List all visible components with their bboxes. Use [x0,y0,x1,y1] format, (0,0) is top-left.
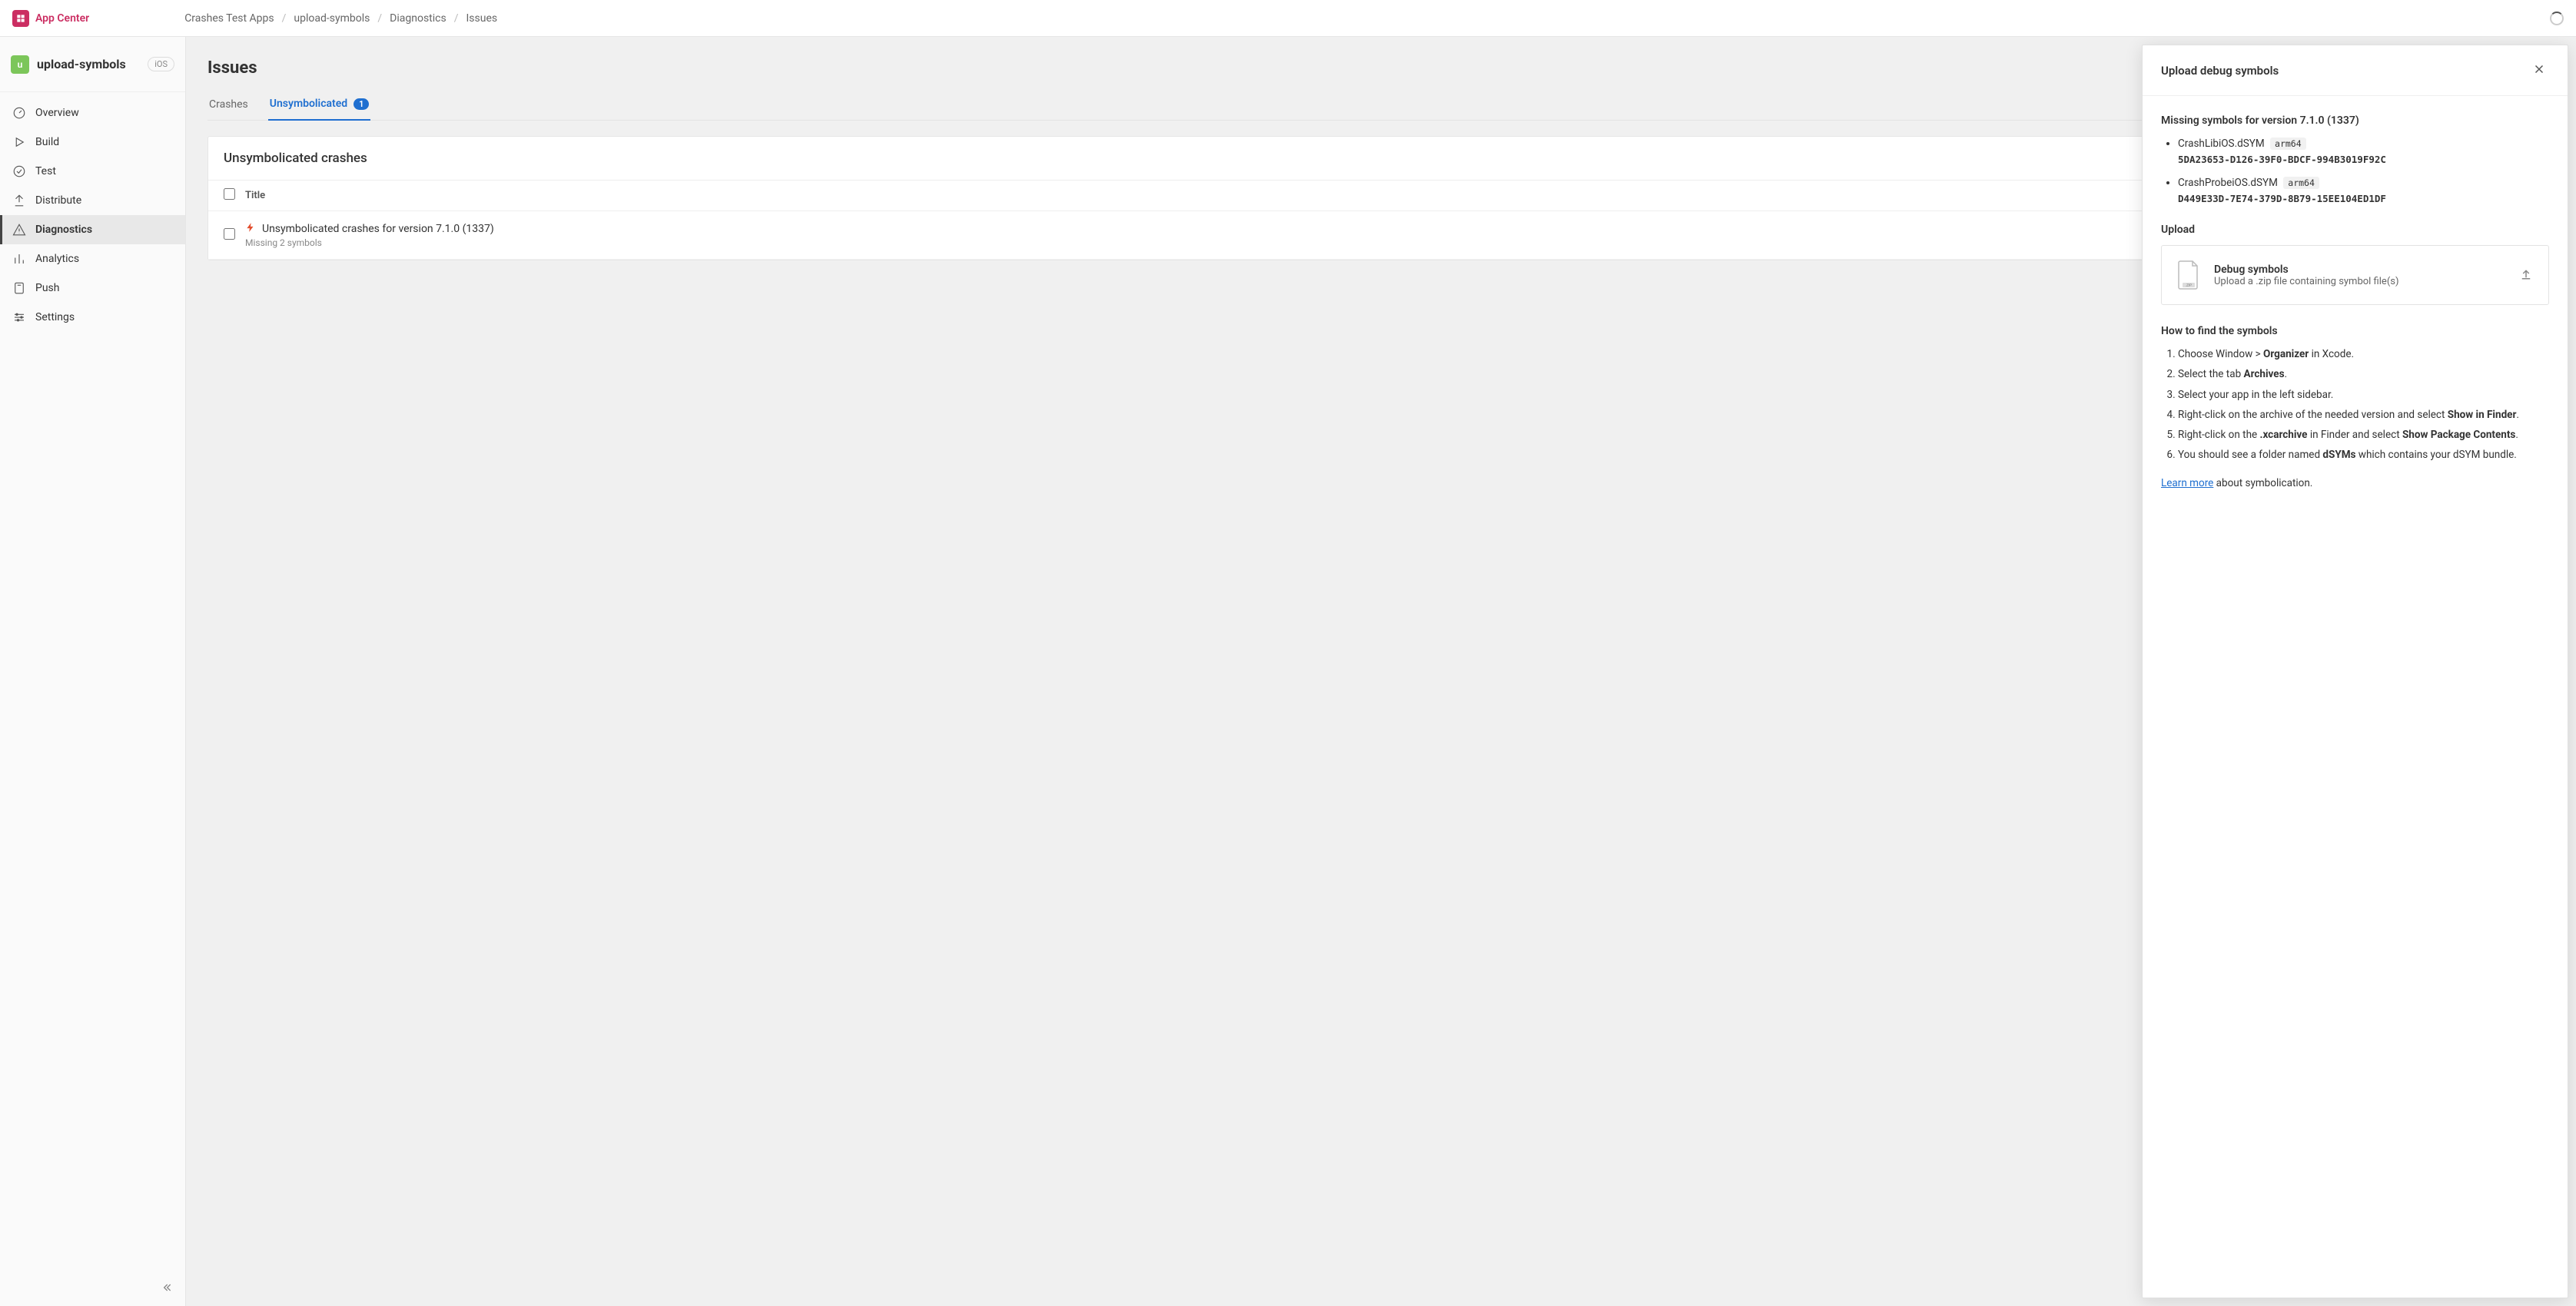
sidebar-item-label: Overview [35,107,79,119]
learn-more-suffix: about symbolication. [2213,477,2312,489]
close-panel-button[interactable] [2529,59,2549,81]
howto-list: Choose Window > Organizer in Xcode. Sele… [2161,346,2549,463]
dsym-name: CrashLibiOS.dSYM [2178,138,2265,150]
sidebar-item-distribute[interactable]: Distribute [0,186,185,215]
howto-step: Select your app in the left sidebar. [2178,387,2549,403]
breadcrumb-separator: / [377,12,382,25]
tab-unsymbolicated[interactable]: Unsymbolicated 1 [268,91,371,121]
distribute-icon [12,194,26,207]
howto-step: Choose Window > Organizer in Xcode. [2178,346,2549,362]
tab-crashes[interactable]: Crashes [207,91,250,120]
sidebar-nav: Overview Build Test Distribute Diagnosti… [0,92,185,1306]
appcenter-logo-icon [12,10,29,27]
dsym-name: CrashProbeiOS.dSYM [2178,177,2278,189]
dsym-uuid: D449E33D-7E74-379D-8B79-15EE104ED1DF [2178,192,2549,207]
breadcrumb-item[interactable]: upload-symbols [294,12,370,25]
sidebar-item-push[interactable]: Push [0,273,185,303]
sidebar-item-label: Settings [35,311,75,323]
bar-chart-icon [12,252,26,266]
topbar: App Center Crashes Test Apps / upload-sy… [0,0,2576,37]
missing-symbol-item: CrashProbeiOS.dSYM arm64 D449E33D-7E74-3… [2178,175,2549,207]
svg-text:.ZIP: .ZIP [2186,283,2192,287]
arch-badge: arm64 [2283,177,2319,189]
arch-badge: arm64 [2270,138,2306,150]
settings-icon [12,310,26,324]
zip-file-icon: .ZIP [2177,260,2200,290]
tab-badge: 1 [354,98,369,110]
sidebar-item-label: Push [35,282,60,294]
sidebar: u upload-symbols iOS Overview Build Test [0,37,186,1306]
upload-symbols-panel: Upload debug symbols Missing symbols for… [2142,45,2568,1298]
learn-more-line: Learn more about symbolication. [2161,477,2549,489]
app-avatar: u [11,55,29,74]
dsym-uuid: 5DA23653-D126-39F0-BDCF-994B3019F92C [2178,153,2549,167]
missing-symbols-heading: Missing symbols for version 7.1.0 (1337) [2161,114,2549,127]
howto-step: Right-click on the .xcarchive in Finder … [2178,427,2549,443]
play-icon [12,135,26,149]
sidebar-item-settings[interactable]: Settings [0,303,185,332]
warning-icon [12,223,26,237]
breadcrumb-item[interactable]: Crashes Test Apps [184,12,274,25]
tab-label: Crashes [209,98,248,111]
lightning-icon [245,222,256,236]
missing-symbols-list: CrashLibiOS.dSYM arm64 5DA23653-D126-39F… [2161,136,2549,207]
select-all-checkbox[interactable] [224,188,235,200]
breadcrumb-item[interactable]: Diagnostics [390,12,446,25]
sidebar-item-label: Distribute [35,194,81,207]
push-icon [12,281,26,295]
sidebar-item-diagnostics[interactable]: Diagnostics [0,215,185,244]
app-name: upload-symbols [37,57,140,71]
brand-home[interactable]: App Center [12,10,89,27]
breadcrumb: Crashes Test Apps / upload-symbols / Dia… [184,12,497,25]
collapse-sidebar-button[interactable] [158,1278,176,1297]
app-header[interactable]: u upload-symbols iOS [0,37,185,92]
upload-heading: Upload [2161,224,2549,236]
dashboard-icon [12,106,26,120]
learn-more-link[interactable]: Learn more [2161,477,2213,489]
brand-text: App Center [35,12,89,25]
upload-secondary-text: Upload a .zip file containing symbol fil… [2214,276,2505,287]
check-circle-icon [12,164,26,178]
breadcrumb-item[interactable]: Issues [466,12,498,25]
panel-title: Upload debug symbols [2161,64,2529,78]
platform-badge: iOS [148,57,174,71]
howto-step: You should see a folder named dSYMs whic… [2178,447,2549,462]
upload-primary-text: Debug symbols [2214,264,2505,276]
column-title: Title [245,190,265,201]
howto-heading: How to find the symbols [2161,325,2549,337]
sidebar-item-label: Diagnostics [35,224,92,236]
row-title: Unsymbolicated crashes for version 7.1.0… [262,223,494,235]
loading-spinner-icon [2550,12,2564,25]
tab-label: Unsymbolicated [270,98,347,110]
sidebar-item-overview[interactable]: Overview [0,98,185,128]
upload-dropzone[interactable]: .ZIP Debug symbols Upload a .zip file co… [2161,245,2549,305]
missing-symbol-item: CrashLibiOS.dSYM arm64 5DA23653-D126-39F… [2178,136,2549,167]
sidebar-item-test[interactable]: Test [0,157,185,186]
upload-arrow-icon [2519,267,2533,283]
howto-step: Select the tab Archives. [2178,366,2549,382]
sidebar-item-label: Analytics [35,253,79,265]
row-subtitle: Missing 2 symbols [245,237,494,248]
sidebar-item-label: Test [35,165,56,177]
sidebar-item-build[interactable]: Build [0,128,185,157]
howto-step: Right-click on the archive of the needed… [2178,407,2549,423]
row-checkbox[interactable] [224,228,235,240]
breadcrumb-separator: / [454,12,459,25]
sidebar-item-label: Build [35,136,59,148]
sidebar-item-analytics[interactable]: Analytics [0,244,185,273]
breadcrumb-separator: / [282,12,287,25]
